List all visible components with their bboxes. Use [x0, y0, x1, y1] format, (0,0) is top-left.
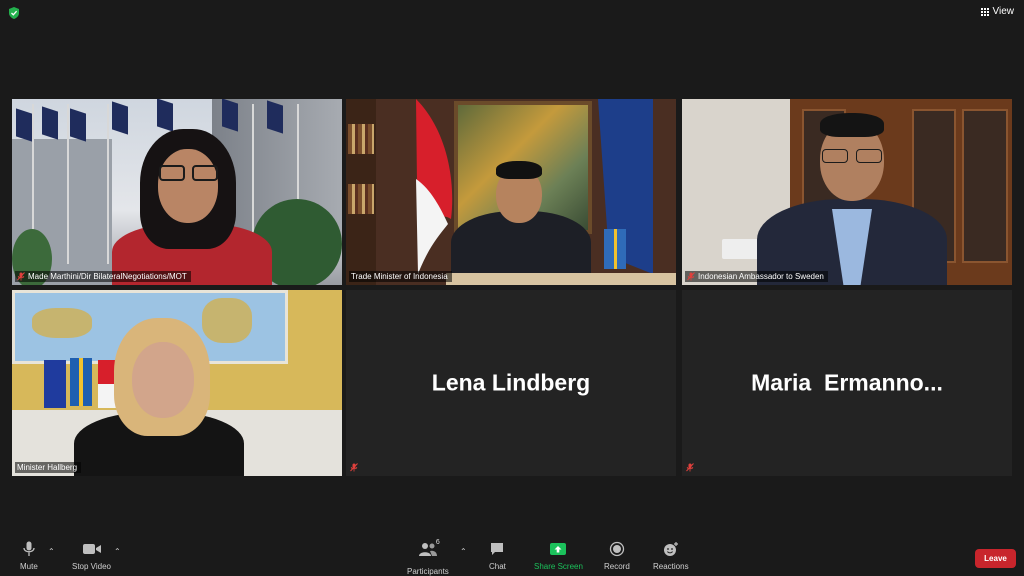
chat-button[interactable]: Chat	[489, 541, 506, 571]
mic-muted-icon	[686, 463, 694, 472]
grid-icon	[980, 7, 989, 16]
video-tile-made-marthini[interactable]: Made Marthini/Dir BilateralNegotiations/…	[12, 99, 342, 285]
video-tile-maria-ermanno[interactable]: Maria Ermanno...	[682, 290, 1012, 476]
record-button[interactable]: Record	[604, 541, 630, 571]
indonesia-flag	[416, 99, 453, 274]
participant-label: Minister Hallberg	[15, 462, 82, 473]
participant-name: Made Marthini/Dir BilateralNegotiations/…	[28, 272, 187, 281]
video-tile-minister-hallberg[interactable]: Minister Hallberg	[12, 290, 342, 476]
share-screen-button[interactable]: Share Screen	[534, 541, 583, 571]
participant-label: Trade Minister of Indonesia	[349, 271, 452, 282]
video-tile-lena-lindberg[interactable]: Lena Lindberg	[346, 290, 676, 476]
reactions-button[interactable]: Reactions	[653, 541, 689, 571]
share-screen-label: Share Screen	[534, 562, 583, 571]
sweden-flag	[604, 229, 626, 269]
reactions-label: Reactions	[653, 562, 689, 571]
caret-up-icon[interactable]: ⌃	[48, 547, 55, 556]
chat-label: Chat	[489, 562, 506, 571]
participant-name: Trade Minister of Indonesia	[351, 272, 448, 281]
mic-muted-icon	[350, 463, 358, 472]
participants-label: Participants	[407, 567, 449, 576]
record-label: Record	[604, 562, 630, 571]
video-tile-ambassador[interactable]: Indonesian Ambassador to Sweden	[682, 99, 1012, 285]
eu-flag	[44, 360, 66, 408]
participants-count: 6	[435, 539, 440, 546]
participant-name: Indonesian Ambassador to Sweden	[698, 272, 824, 281]
mute-label: Mute	[20, 562, 38, 571]
participant-name: Maria Ermanno...	[751, 369, 943, 396]
participant-label: Made Marthini/Dir BilateralNegotiations/…	[15, 271, 191, 282]
participants-icon	[418, 543, 437, 556]
video-icon	[82, 544, 101, 554]
video-tile-trade-minister[interactable]: Trade Minister of Indonesia	[346, 99, 676, 285]
participant-name: Lena Lindberg	[431, 369, 591, 396]
shield-icon[interactable]	[8, 7, 20, 19]
view-button[interactable]: View	[980, 6, 1015, 17]
participant-name: Minister Hallberg	[17, 463, 78, 472]
top-bar: View	[0, 0, 1024, 26]
reactions-icon	[663, 542, 678, 556]
caret-up-icon[interactable]: ⌃	[460, 547, 467, 556]
mic-muted-icon	[17, 272, 25, 281]
chat-icon	[491, 543, 504, 555]
share-screen-icon	[550, 543, 567, 555]
sweden-flag	[70, 358, 92, 406]
leave-button[interactable]: Leave	[975, 549, 1016, 568]
caret-up-icon[interactable]: ⌃	[114, 547, 121, 556]
mic-icon	[23, 541, 35, 556]
stop-video-button[interactable]: Stop Video	[72, 541, 111, 571]
meeting-toolbar: Mute ⌃ Stop Video ⌃ 6 Participants ⌃ Cha…	[0, 535, 1024, 576]
participant-label: Indonesian Ambassador to Sweden	[685, 271, 828, 282]
view-label: View	[992, 6, 1015, 17]
mic-muted-icon	[687, 272, 695, 281]
mute-button[interactable]: Mute	[20, 541, 38, 571]
participants-button[interactable]: 6 Participants	[407, 539, 449, 576]
record-icon	[609, 541, 625, 557]
stop-video-label: Stop Video	[72, 562, 111, 571]
